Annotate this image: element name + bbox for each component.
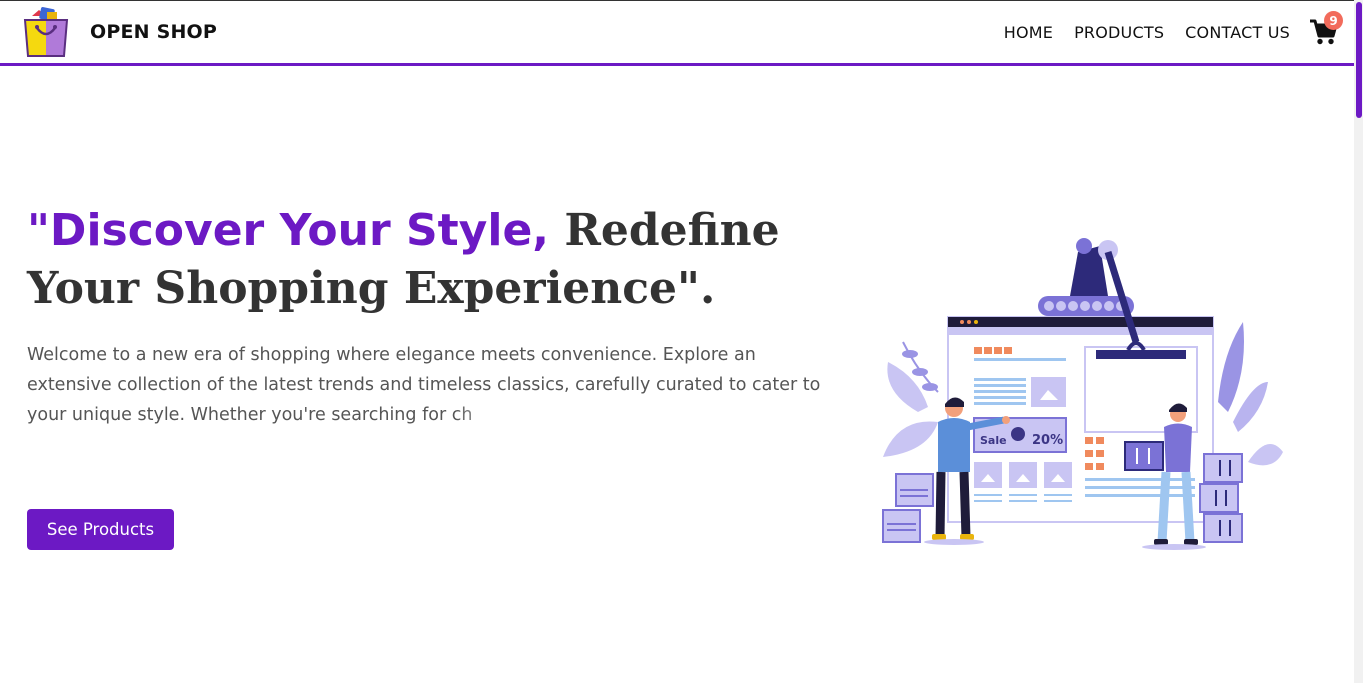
hero-headline-accent: "Discover Your Style,	[27, 205, 550, 256]
sale-label: Sale	[980, 434, 1007, 447]
main-nav: HOME PRODUCTS CONTACT US	[1004, 23, 1290, 42]
nav-home-link[interactable]: HOME	[1004, 23, 1053, 42]
typing-fade-overlay	[455, 398, 525, 432]
discount-label: 20%	[1032, 433, 1063, 448]
hero-headline: "Discover Your Style, Redefine Your Shop…	[27, 202, 847, 318]
online-shop-illustration: Sale 20%	[878, 232, 1288, 552]
nav-contact-link[interactable]: CONTACT US	[1185, 23, 1290, 42]
scrollbar-thumb[interactable]	[1356, 2, 1362, 118]
hero-description: Welcome to a new era of shopping where e…	[27, 345, 821, 425]
brand-name[interactable]: OPEN SHOP	[90, 21, 217, 43]
shopping-bag-logo-icon[interactable]	[22, 6, 70, 58]
navbar: OPEN SHOP HOME PRODUCTS CONTACT US	[0, 1, 1354, 66]
see-products-button[interactable]: See Products	[27, 509, 174, 550]
cart-count-badge: 9	[1324, 11, 1343, 30]
nav-products-link[interactable]: PRODUCTS	[1074, 23, 1164, 42]
